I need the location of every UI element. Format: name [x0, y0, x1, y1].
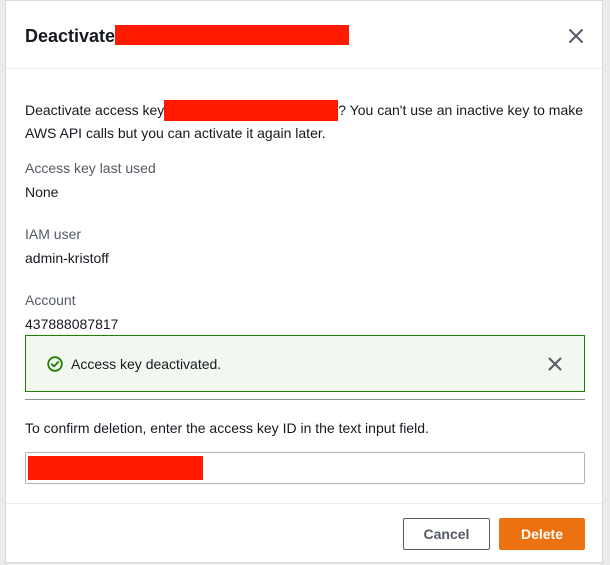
redacted-key-id	[164, 99, 339, 121]
confirm-instruction: To confirm deletion, enter the access ke…	[25, 420, 429, 436]
delete-button[interactable]: Delete	[499, 518, 585, 550]
alert-message: Access key deactivated.	[71, 356, 222, 372]
redacted-input-value	[28, 456, 203, 480]
confirm-key-input[interactable]	[25, 452, 585, 484]
account-label: Account	[25, 292, 76, 308]
account-value: 437888087817	[25, 316, 119, 332]
last-used-label: Access key last used	[25, 160, 156, 176]
deactivate-description: Deactivate access key? You can't use an …	[25, 99, 590, 144]
iam-user-label: IAM user	[25, 226, 82, 242]
description-before: Deactivate access key	[25, 102, 165, 118]
iam-user-value: admin-kristoff	[25, 250, 109, 266]
last-used-value: None	[25, 184, 59, 200]
modal-title-text: Deactivate	[25, 26, 116, 46]
alert-close-icon[interactable]	[547, 356, 563, 372]
success-check-icon	[47, 356, 63, 372]
success-alert: Access key deactivated.	[25, 335, 585, 392]
modal-header: Deactivate	[6, 1, 602, 69]
section-divider	[25, 399, 585, 400]
deactivate-modal: Deactivate Deactivate access key? You ca…	[5, 0, 603, 563]
redacted-key-title	[115, 25, 350, 46]
modal-title: Deactivate	[25, 25, 350, 47]
close-icon[interactable]	[567, 27, 585, 45]
cancel-button[interactable]: Cancel	[403, 518, 490, 550]
modal-footer: Cancel Delete	[6, 503, 602, 563]
